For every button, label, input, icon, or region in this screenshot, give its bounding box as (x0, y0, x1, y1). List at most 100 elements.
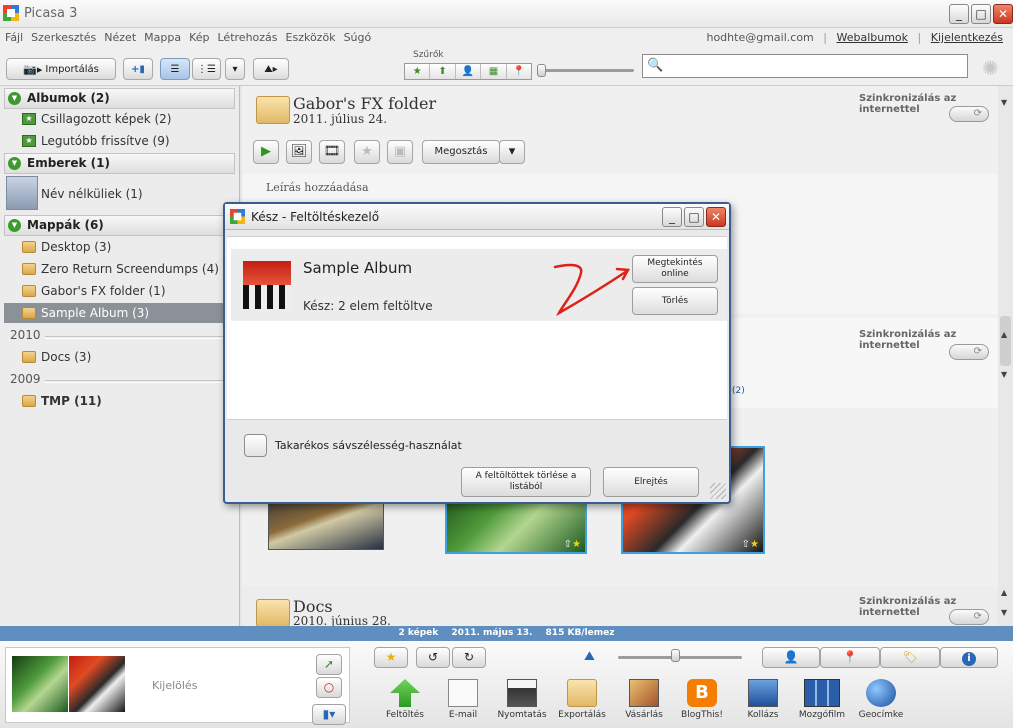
scroll-up-arrow-icon[interactable]: ▲ (1001, 588, 1007, 597)
scroll-down-arrow-icon[interactable]: ▼ (1001, 98, 1007, 107)
people-filter-icon[interactable]: 👤 (456, 64, 482, 79)
hide-button[interactable]: Elrejtés (603, 467, 699, 497)
scroll-down-arrow-icon[interactable]: ▼ (1001, 608, 1007, 617)
shop-action[interactable]: Vásárlás (619, 679, 669, 720)
add-to-album-dropdown[interactable]: ▮▾ (312, 704, 346, 725)
add-description-field[interactable]: Leírás hozzáadása (266, 181, 369, 194)
album-item-starred[interactable]: ★ Csillagozott képek (2) (20, 109, 235, 129)
geotag-filter-icon[interactable]: 📍 (507, 64, 531, 79)
search-box[interactable]: 🔍 (642, 54, 968, 78)
movie-filter-icon[interactable]: ▦ (481, 64, 507, 79)
save-album-button[interactable]: ▣ (387, 140, 413, 164)
scroll-thumb[interactable] (1000, 316, 1011, 366)
menu-help[interactable]: Súgó (344, 31, 372, 44)
star-album-button[interactable]: ★ (354, 140, 380, 164)
album-count-link[interactable]: (2) (732, 386, 745, 396)
view-online-button[interactable]: Megtekintés online (632, 255, 718, 283)
add-to-album-button[interactable]: +▮ (123, 58, 153, 80)
places-panel-button[interactable]: 📍 (820, 647, 880, 668)
selected-photo-chess[interactable] (69, 656, 125, 712)
share-button[interactable]: Megosztás (422, 140, 500, 164)
resize-grip-icon[interactable] (710, 483, 726, 499)
clear-uploaded-button[interactable]: A feltöltöttek törlése a listából (461, 467, 591, 497)
menu-view[interactable]: Nézet (104, 31, 136, 44)
rotate-right-button[interactable]: ↻ (452, 647, 486, 668)
menu-tools[interactable]: Eszközök (286, 31, 336, 44)
folders-section-header[interactable]: ▼ Mappák (6) (4, 215, 235, 236)
selected-photo-frog[interactable] (12, 656, 68, 712)
folder-item-docs[interactable]: Docs (3) (20, 347, 235, 367)
people-section-header[interactable]: ▼ Emberek (1) (4, 153, 235, 174)
folder-label: Zero Return Screendumps (4) (41, 262, 219, 276)
hold-selection-button[interactable]: ➚ (316, 654, 342, 675)
info-panel-button[interactable]: i (940, 647, 998, 668)
folder-item-tmp[interactable]: TMP (11) (20, 391, 235, 411)
maximize-button[interactable]: □ (971, 4, 991, 24)
collage-action[interactable]: Kollázs (738, 679, 788, 720)
clear-selection-button[interactable]: ○ (316, 677, 342, 698)
menu-picture[interactable]: Kép (189, 31, 209, 44)
scroll-up-arrow-icon[interactable]: ▲ (1001, 330, 1007, 339)
thumbnail-size-knob[interactable] (671, 649, 680, 662)
people-panel-button[interactable]: 👤 (762, 647, 820, 668)
folder-item-desktop[interactable]: Desktop (3) (20, 237, 235, 257)
movie-button[interactable]: 🎞 (319, 140, 345, 164)
rotate-left-button[interactable]: ↺ (416, 647, 450, 668)
uploaded-filter-icon[interactable]: ⬆ (430, 64, 456, 79)
export-action[interactable]: Exportálás (557, 679, 607, 720)
sync-toggle[interactable]: ⟳ (949, 609, 989, 625)
thumbnail-size-slider[interactable] (618, 656, 742, 659)
vertical-scrollbar[interactable]: ▼ ▲ ▼ ▲ ▼ (998, 86, 1013, 626)
filter-slider-knob[interactable] (537, 64, 546, 77)
tags-panel-button[interactable]: 🏷 (880, 647, 940, 668)
upload-action[interactable]: Feltöltés (380, 679, 430, 720)
collapse-triangle-icon[interactable]: ▼ (8, 92, 21, 105)
print-action[interactable]: Nyomtatás (497, 679, 547, 720)
dialog-close-button[interactable]: ✕ (706, 207, 726, 227)
collapse-triangle-icon[interactable]: ▼ (8, 157, 21, 170)
play-slideshow-button[interactable]: ▶ (253, 140, 279, 164)
scroll-down-arrow-icon[interactable]: ▼ (1001, 370, 1007, 379)
album-title[interactable]: Gabor's FX folder (293, 94, 436, 113)
menu-folder[interactable]: Mappa (144, 31, 181, 44)
filter-slider-track[interactable] (540, 69, 634, 72)
slideshow-button[interactable]: ⛰▸ (253, 58, 289, 80)
folder-item-gabors-fx[interactable]: Gabor's FX folder (1) (20, 281, 235, 301)
movie-action[interactable]: Mozgófilm (797, 679, 847, 720)
geotag-action[interactable]: Geocímke (856, 679, 906, 720)
upload-list-item[interactable]: Sample Album Kész: 2 elem feltöltve Megt… (231, 249, 727, 321)
title-bar: Picasa 3 _ □ ✕ (0, 0, 1013, 28)
blogthis-action[interactable]: B BlogThis! (677, 679, 727, 720)
tree-view-button[interactable]: ⋮☰ (192, 58, 221, 80)
red-arrow-annotation-icon (553, 263, 631, 317)
sync-toggle[interactable]: ⟳ (949, 106, 989, 122)
import-button[interactable]: 📷▸ Importálás (6, 58, 116, 80)
people-item-unnamed[interactable]: Név nélküliek (1) (20, 184, 235, 204)
edit-picture-button[interactable]: 🖼 (286, 140, 312, 164)
menu-edit[interactable]: Szerkesztés (31, 31, 96, 44)
folder-item-zero-return[interactable]: Zero Return Screendumps (4) (20, 259, 235, 279)
dialog-maximize-button[interactable]: □ (684, 207, 704, 227)
menu-file[interactable]: Fájl (5, 31, 23, 44)
dialog-title-bar[interactable]: Kész - Feltöltéskezelő _ □ ✕ (225, 204, 729, 230)
collapse-triangle-icon[interactable]: ▼ (8, 219, 21, 232)
sync-toggle[interactable]: ⟳ (949, 344, 989, 360)
star-button[interactable]: ★ (374, 647, 408, 668)
close-button[interactable]: ✕ (993, 4, 1013, 24)
delete-button[interactable]: Törlés (632, 287, 718, 315)
folder-icon (22, 263, 36, 275)
email-action[interactable]: E-mail (438, 679, 488, 720)
albums-section-header[interactable]: ▼ Albumok (2) (4, 88, 235, 109)
dialog-minimize-button[interactable]: _ (662, 207, 682, 227)
view-dropdown-button[interactable]: ▾ (225, 58, 245, 80)
logout-link[interactable]: Kijelentkezés (931, 31, 1003, 44)
share-dropdown-button[interactable]: ▾ (499, 140, 525, 164)
album-item-recent[interactable]: ★ Legutóbb frissítve (9) (20, 131, 235, 151)
web-albums-link[interactable]: Webalbumok (836, 31, 908, 44)
minimize-button[interactable]: _ (949, 4, 969, 24)
menu-create[interactable]: Létrehozás (218, 31, 278, 44)
folder-item-sample-album[interactable]: Sample Album (3) (4, 303, 235, 323)
economy-bandwidth-checkbox[interactable] (244, 434, 267, 457)
list-view-button[interactable]: ☰ (160, 58, 190, 80)
star-filter-icon[interactable]: ★ (405, 64, 431, 79)
